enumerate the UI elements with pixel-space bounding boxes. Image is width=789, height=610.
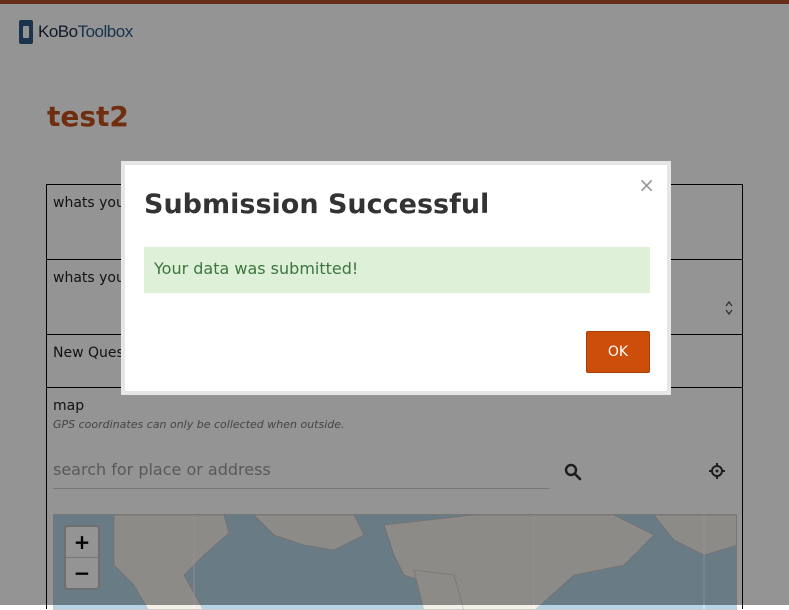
submission-dialog: × Submission Successful Your data was su… — [121, 161, 671, 395]
ok-button[interactable]: OK — [586, 331, 650, 373]
success-alert: Your data was submitted! — [144, 247, 650, 293]
success-message: Your data was submitted! — [154, 259, 359, 278]
dialog-title: Submission Successful — [144, 189, 490, 220]
close-icon[interactable]: × — [638, 175, 655, 195]
